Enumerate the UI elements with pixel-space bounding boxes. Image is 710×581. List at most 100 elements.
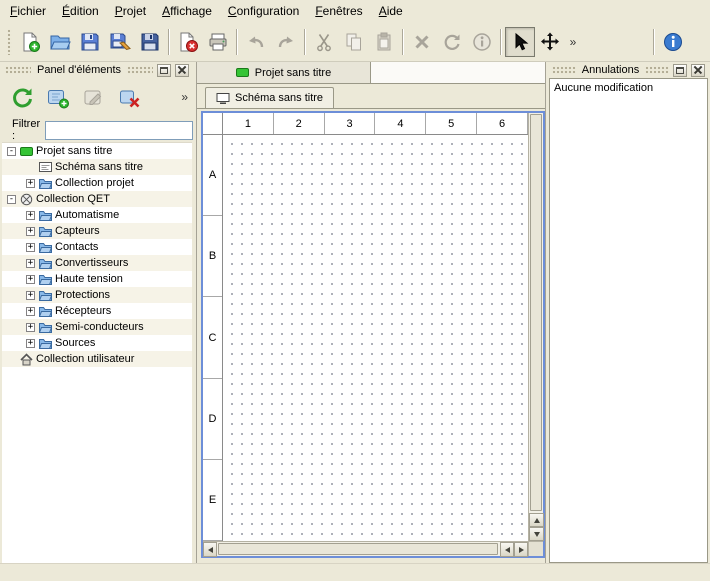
collapse-expander-icon[interactable]: - — [7, 147, 16, 156]
tree-item-sources[interactable]: + Sources — [2, 335, 192, 351]
new-element-button[interactable] — [44, 84, 72, 112]
dock-grip[interactable] — [645, 66, 669, 74]
menu-edition[interactable]: Édition — [54, 0, 107, 22]
tree-item-contacts[interactable]: + Contacts — [2, 239, 192, 255]
scrollbar-corner — [528, 541, 543, 556]
toolbar-overflow-button[interactable]: » — [565, 29, 581, 55]
expand-expander-icon[interactable]: + — [26, 243, 35, 252]
column-header: 3 — [325, 113, 376, 134]
tree-item-capteurs[interactable]: + Capteurs — [2, 223, 192, 239]
tree-item-collection-utilisateur[interactable]: Collection utilisateur — [2, 351, 192, 367]
about-button[interactable] — [658, 27, 688, 57]
horizontal-scrollbar-thumb[interactable] — [218, 543, 498, 555]
tree-item-projet-sans-titre[interactable]: - Projet sans titre — [2, 143, 192, 159]
float-panel-button[interactable] — [157, 64, 171, 77]
horizontal-scrollbar-track[interactable] — [217, 542, 500, 556]
expand-expander-icon[interactable]: + — [26, 211, 35, 220]
mdi-content: 1 2 3 4 5 6 A B C D E — [197, 109, 545, 563]
project-tabbar: Projet sans titre — [197, 62, 545, 84]
menu-configuration[interactable]: Configuration — [220, 0, 307, 22]
schema-view: 1 2 3 4 5 6 A B C D E — [201, 111, 545, 558]
close-panel-button[interactable] — [175, 64, 189, 77]
expand-expander-icon[interactable]: + — [26, 323, 35, 332]
elements-panel-titlebar[interactable]: Panel d'éléments — [2, 62, 192, 78]
tab-projet-sans-titre[interactable]: Projet sans titre — [197, 62, 371, 83]
element-info-button[interactable] — [467, 27, 497, 57]
tree-item-recepteurs[interactable]: + Récepteurs — [2, 303, 192, 319]
cut-button[interactable] — [309, 27, 339, 57]
dock-grip[interactable] — [127, 66, 153, 74]
redo-button[interactable] — [271, 27, 301, 57]
elements-toolbar-overflow-button[interactable]: » — [181, 90, 188, 104]
move-tool-button[interactable] — [535, 27, 565, 57]
schema-icon — [38, 161, 52, 174]
column-header: 4 — [375, 113, 426, 134]
tree-item-label: Collection utilisateur — [36, 353, 134, 365]
delete-button[interactable] — [407, 27, 437, 57]
scroll-right-button[interactable] — [514, 542, 528, 557]
undo-panel-titlebar[interactable]: Annulations — [549, 62, 708, 78]
schema-canvas[interactable] — [223, 135, 528, 541]
edit-element-button[interactable] — [80, 84, 108, 112]
tab-schema-sans-titre[interactable]: Schéma sans titre — [205, 87, 334, 108]
scroll-up-button[interactable] — [529, 513, 544, 527]
horizontal-scrollbar[interactable] — [203, 541, 528, 556]
tree-item-haute-tension[interactable]: + Haute tension — [2, 271, 192, 287]
toolbar-grip[interactable] — [7, 29, 12, 55]
tree-item-convertisseurs[interactable]: + Convertisseurs — [2, 255, 192, 271]
tree-item-collection-projet[interactable]: + Collection projet — [2, 175, 192, 191]
close-file-button[interactable] — [173, 27, 203, 57]
delete-element-button[interactable] — [116, 84, 144, 112]
expand-expander-icon[interactable]: + — [26, 307, 35, 316]
tree-item-automatisme[interactable]: + Automatisme — [2, 207, 192, 223]
scroll-left-button[interactable] — [203, 542, 217, 557]
save-all-button[interactable] — [135, 27, 165, 57]
filter-input[interactable] — [45, 121, 193, 140]
dock-grip[interactable] — [552, 66, 576, 74]
expand-expander-icon[interactable]: + — [26, 259, 35, 268]
scroll-left-button-2[interactable] — [500, 542, 514, 557]
expand-expander-icon[interactable]: + — [26, 179, 35, 188]
tree-item-label: Haute tension — [55, 273, 123, 285]
reload-collections-button[interactable] — [8, 84, 36, 112]
select-tool-button[interactable] — [505, 27, 535, 57]
left-arrow-icon — [208, 547, 213, 553]
rotate-button[interactable] — [437, 27, 467, 57]
menu-affichage[interactable]: Affichage — [154, 0, 220, 22]
rotate-arrow-icon — [441, 31, 463, 53]
menu-projet[interactable]: Projet — [107, 0, 154, 22]
float-panel-button[interactable] — [673, 64, 687, 77]
expand-expander-icon[interactable]: + — [26, 339, 35, 348]
folder-icon — [38, 257, 52, 270]
print-button[interactable] — [203, 27, 233, 57]
float-icon — [160, 67, 168, 74]
save-button[interactable] — [75, 27, 105, 57]
expand-expander-icon[interactable]: + — [26, 227, 35, 236]
vertical-scrollbar-track[interactable] — [529, 113, 543, 513]
menu-fichier[interactable]: Fichier — [2, 0, 54, 22]
project-icon — [236, 68, 249, 77]
vertical-scrollbar-thumb[interactable] — [530, 114, 542, 511]
scroll-down-button[interactable] — [529, 527, 544, 541]
open-project-button[interactable] — [45, 27, 75, 57]
tree-item-protections[interactable]: + Protections — [2, 287, 192, 303]
menu-fenetres[interactable]: Fenêtres — [307, 0, 370, 22]
expand-expander-icon[interactable]: + — [26, 275, 35, 284]
new-document-button[interactable] — [15, 27, 45, 57]
paste-button[interactable] — [369, 27, 399, 57]
tree-item-collection-qet[interactable]: - Collection QET — [2, 191, 192, 207]
tree-item-schema-sans-titre[interactable]: Schéma sans titre — [2, 159, 192, 175]
collapse-expander-icon[interactable]: - — [7, 195, 16, 204]
undo-button[interactable] — [241, 27, 271, 57]
save-as-button[interactable] — [105, 27, 135, 57]
floppy-icon — [79, 31, 101, 53]
close-panel-button[interactable] — [691, 64, 705, 77]
dock-grip[interactable] — [5, 66, 31, 74]
copy-button[interactable] — [339, 27, 369, 57]
expand-expander-icon[interactable]: + — [26, 291, 35, 300]
undo-list-item[interactable]: Aucune modification — [553, 81, 704, 95]
scissors-icon — [313, 31, 335, 53]
tree-item-semi-conducteurs[interactable]: + Semi-conducteurs — [2, 319, 192, 335]
menu-aide[interactable]: Aide — [371, 0, 411, 22]
vertical-scrollbar[interactable] — [528, 113, 543, 541]
